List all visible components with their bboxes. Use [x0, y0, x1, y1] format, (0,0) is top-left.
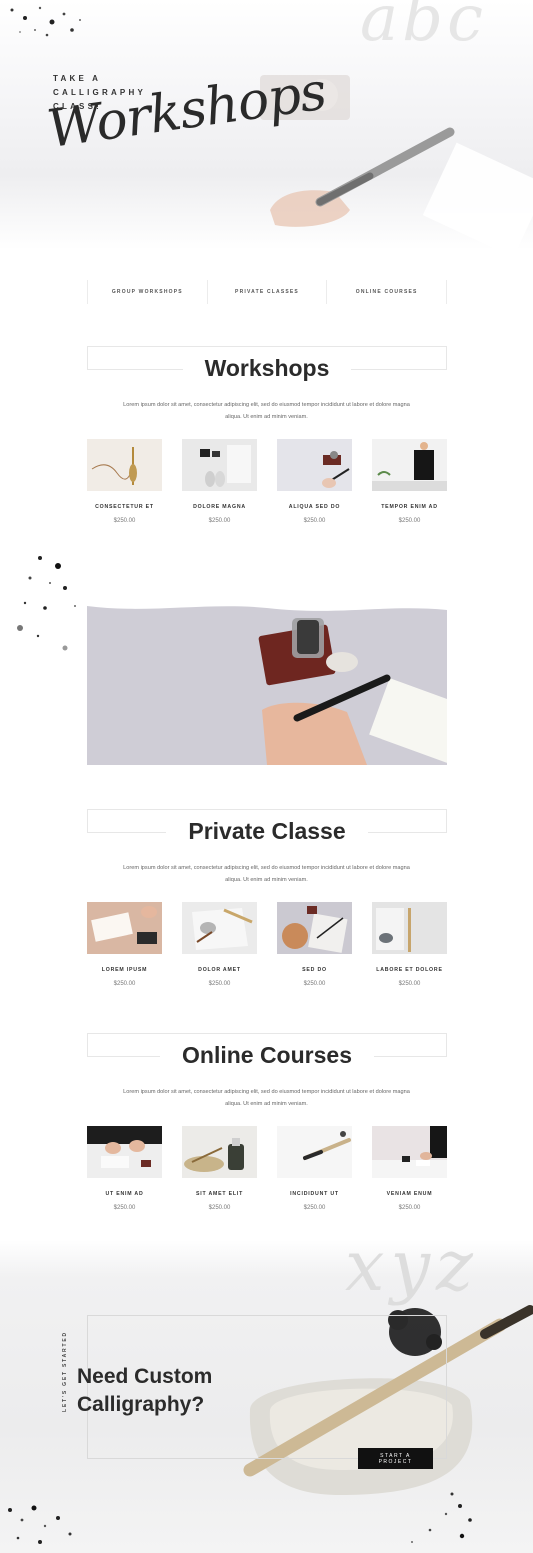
product-card[interactable]: CONSECTETUR ET $250.00 [87, 439, 162, 524]
product-price: $250.00 [208, 518, 231, 524]
product-name: LOREM IPUSM [101, 967, 148, 973]
private-classe-description: Lorem ipsum dolor sit amet, consectetur … [123, 865, 410, 883]
ink-splatter-decoration [8, 1505, 72, 1544]
product-name: CONSECTETUR ET [95, 504, 154, 510]
product-name: DOLORE MAGNA [193, 504, 246, 510]
product-name: SED DO [302, 967, 327, 973]
product-name: LABORE ET DOLORE [376, 967, 443, 973]
product-name: ALIQUA SED DO [288, 504, 341, 510]
start-project-button[interactable]: START A PROJECT [358, 1448, 433, 1469]
product-price: $250.00 [208, 981, 231, 987]
hero-background-letters: abc [360, 0, 487, 56]
cta-heading-line-2: Calligraphy? [77, 1393, 205, 1416]
product-name: TEMPOR ENIM AD [381, 504, 438, 510]
product-card[interactable]: UT ENIM AD $250.00 [87, 1126, 162, 1211]
online-courses-description: Lorem ipsum dolor sit amet, consectetur … [123, 1089, 410, 1107]
product-price: $250.00 [208, 1205, 231, 1211]
product-price: $250.00 [398, 1205, 421, 1211]
product-price: $250.00 [113, 1205, 136, 1211]
product-card[interactable]: DOLORE MAGNA $250.00 [182, 439, 257, 524]
product-card[interactable]: SED DO $250.00 [277, 902, 352, 987]
category-tabs: GROUP WORKSHOPS PRIVATE CLASSES ONLINE C… [87, 280, 448, 304]
hero-section: abc TAKE A CALLIGRAPHY CLASS! Workshops [0, 0, 533, 250]
product-thumbnail [182, 902, 257, 954]
product-card[interactable]: TEMPOR ENIM AD $250.00 [372, 439, 447, 524]
product-price: $250.00 [303, 518, 326, 524]
product-name: UT ENIM AD [105, 1191, 144, 1197]
product-card[interactable]: SIT AMET ELIT $250.00 [182, 1126, 257, 1211]
product-card[interactable]: ALIQUA SED DO $250.00 [277, 439, 352, 524]
product-card[interactable]: VENIAM ENUM $250.00 [372, 1126, 447, 1211]
product-thumbnail [182, 439, 257, 491]
cta-vertical-label: LET'S GET STARTED [62, 1331, 68, 1412]
product-thumbnail [372, 439, 447, 491]
product-thumbnail [87, 902, 162, 954]
cta-heading-line-1: Need Custom [77, 1365, 213, 1388]
product-price: $250.00 [303, 981, 326, 987]
online-courses-heading: Online Courses [87, 1042, 447, 1069]
tab-online-courses[interactable]: ONLINE COURSES [326, 280, 448, 304]
ink-splatter-decoration [411, 1492, 472, 1543]
product-card[interactable]: LOREM IPUSM $250.00 [87, 902, 162, 987]
product-price: $250.00 [398, 981, 421, 987]
product-thumbnail [182, 1126, 257, 1178]
product-name: VENIAM ENUM [386, 1191, 433, 1197]
product-thumbnail [87, 1126, 162, 1178]
ink-splatter-decoration [10, 6, 81, 37]
calligraphy-banner-photo [87, 600, 447, 765]
cta-heading: Need Custom Calligraphy? [77, 1363, 277, 1419]
product-thumbnail [277, 439, 352, 491]
product-thumbnail [372, 902, 447, 954]
product-card[interactable]: DOLOR AMET $250.00 [182, 902, 257, 987]
product-card[interactable]: LABORE ET DOLORE $250.00 [372, 902, 447, 987]
product-thumbnail [87, 439, 162, 491]
product-name: DOLOR AMET [198, 967, 241, 973]
product-price: $250.00 [113, 518, 136, 524]
product-thumbnail [372, 1126, 447, 1178]
product-name: INCIDIDUNT UT [290, 1191, 339, 1197]
private-classe-heading: Private Classe [87, 818, 447, 845]
ink-splatter-decoration [17, 556, 76, 651]
product-thumbnail [277, 1126, 352, 1178]
workshops-description: Lorem ipsum dolor sit amet, consectetur … [123, 402, 410, 420]
product-thumbnail [277, 902, 352, 954]
product-name: SIT AMET ELIT [195, 1191, 244, 1197]
product-price: $250.00 [398, 518, 421, 524]
product-price: $250.00 [113, 981, 136, 987]
tab-group-workshops[interactable]: GROUP WORKSHOPS [87, 280, 207, 304]
product-card[interactable]: INCIDIDUNT UT $250.00 [277, 1126, 352, 1211]
workshops-heading: Workshops [87, 355, 447, 382]
product-price: $250.00 [303, 1205, 326, 1211]
tab-private-classes[interactable]: PRIVATE CLASSES [206, 280, 327, 304]
